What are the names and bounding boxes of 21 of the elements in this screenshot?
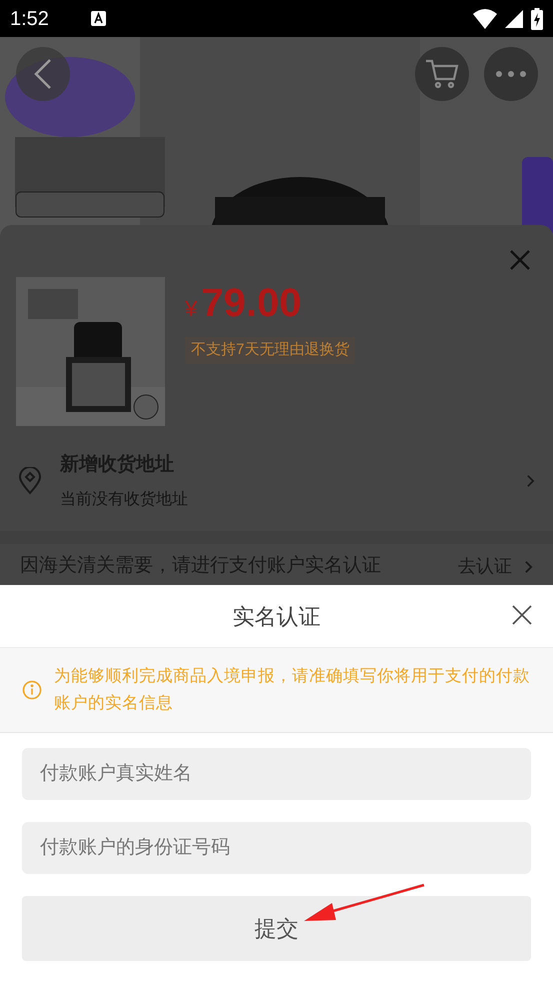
signal-icon [505,10,523,28]
wifi-icon [473,8,497,28]
submit-button[interactable]: 提交 [22,896,531,961]
currency-symbol: ¥ [185,295,198,323]
close-button[interactable] [511,604,533,626]
more-icon [495,70,527,78]
chevron-right-icon [524,560,533,574]
input-field[interactable]: 付款账户真实姓名 [22,748,531,800]
dialog-title: 实名认证 [232,602,320,630]
cart-icon [424,58,460,90]
status-time: 1:52 [10,6,49,32]
info-icon [22,680,42,700]
keyboard-icon [90,11,106,26]
location-pin-icon [18,467,42,496]
notice-text: 为能够顺利完成商品入境申报，请准确填写你将用于支付的付款账户的实名信息 [54,666,531,714]
input-field[interactable]: 付款账户的身份证号码 [22,822,531,874]
back-icon [34,58,52,90]
battery-icon [531,8,543,30]
price: 79.00 [201,283,302,323]
return-policy-tag: 不支持7天无理由退换货 [185,337,356,364]
chevron-right-icon [526,474,535,488]
